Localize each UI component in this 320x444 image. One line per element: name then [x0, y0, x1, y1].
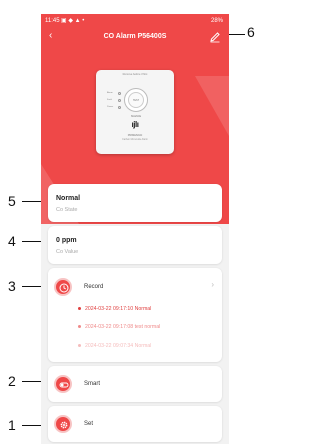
device-led-label: Alarm: [107, 92, 113, 94]
callout-3: 3: [8, 278, 16, 294]
app-bar: ‹ CO Alarm P56400S: [41, 28, 229, 48]
co-state-card: Normal Co State: [48, 184, 222, 222]
record-entry: 2024-03-22 09:17:08 test normal: [78, 324, 160, 330]
record-entry: 2024-03-22 09:07:34 Normal: [78, 343, 151, 349]
device-led: [118, 106, 121, 109]
status-time: 11:45: [45, 18, 60, 24]
callout-1: 1: [8, 417, 16, 433]
notification-icons: ▣ ◆ ▲ •: [61, 18, 85, 24]
device-led: [118, 92, 121, 95]
callout-5: 5: [8, 193, 16, 209]
status-bar: 11:45 ▣ ◆ ▲ • 28%: [41, 14, 229, 28]
record-card[interactable]: Record › 2024-03-22 09:17:10 Normal 2024…: [48, 268, 222, 362]
device-model: Carbon Monoxide Alarm: [122, 138, 148, 141]
smart-card[interactable]: Smart: [48, 366, 222, 402]
record-icon-circle: [54, 278, 72, 296]
phone-screen: 11:45 ▣ ◆ ▲ • 28% ‹ CO Alarm P56400S Rem…: [41, 14, 229, 444]
record-label: Record: [84, 284, 104, 290]
device-image: Remove before if first TEST SILENCE Alar…: [96, 70, 174, 154]
device-led: [118, 99, 121, 102]
co-value-value: 0 ppm: [56, 237, 77, 244]
device-led-label: Power: [107, 106, 114, 108]
co-value-label: Co Value: [56, 249, 79, 255]
callout-2: 2: [8, 373, 16, 389]
record-dot: [78, 344, 81, 348]
edit-icon[interactable]: [209, 31, 221, 43]
co-state-value: Normal: [56, 195, 81, 202]
smart-label: Smart: [84, 381, 101, 387]
co-state-label: Co State: [56, 207, 78, 213]
set-icon-circle: [54, 415, 72, 433]
record-dot: [78, 307, 81, 311]
record-entry-text: 2024-03-22 09:17:10 Normal: [85, 306, 152, 312]
record-entry: 2024-03-22 09:17:10 Normal: [78, 306, 151, 312]
device-led-label: Fault: [107, 99, 112, 101]
toggle-icon: [59, 382, 69, 388]
clock-icon: [59, 283, 69, 293]
record-entry-text: 2024-03-22 09:07:34 Normal: [85, 343, 152, 349]
device-sticker-text: Remove before if first: [122, 73, 148, 76]
page-title: CO Alarm P56400S: [103, 33, 167, 40]
gear-icon: [60, 421, 68, 429]
record-entry-text: 2024-03-22 09:17:08 test normal: [85, 324, 161, 330]
device-test-button: TEST SILENCE: [128, 92, 144, 118]
device-logo-icon: ıjlı: [131, 120, 139, 129]
device-brand: PRIMESIGN: [127, 134, 143, 137]
smart-icon-circle: [54, 375, 72, 393]
callout-4: 4: [8, 233, 16, 249]
co-value-card: 0 ppm Co Value: [48, 226, 222, 264]
battery-level: 28%: [210, 18, 223, 24]
set-card[interactable]: Set: [48, 406, 222, 442]
chevron-right-icon[interactable]: ›: [211, 280, 214, 289]
record-dot: [78, 325, 81, 329]
decor-triangle: [195, 76, 229, 136]
callout-6: 6: [247, 24, 255, 40]
set-label: Set: [84, 421, 94, 427]
